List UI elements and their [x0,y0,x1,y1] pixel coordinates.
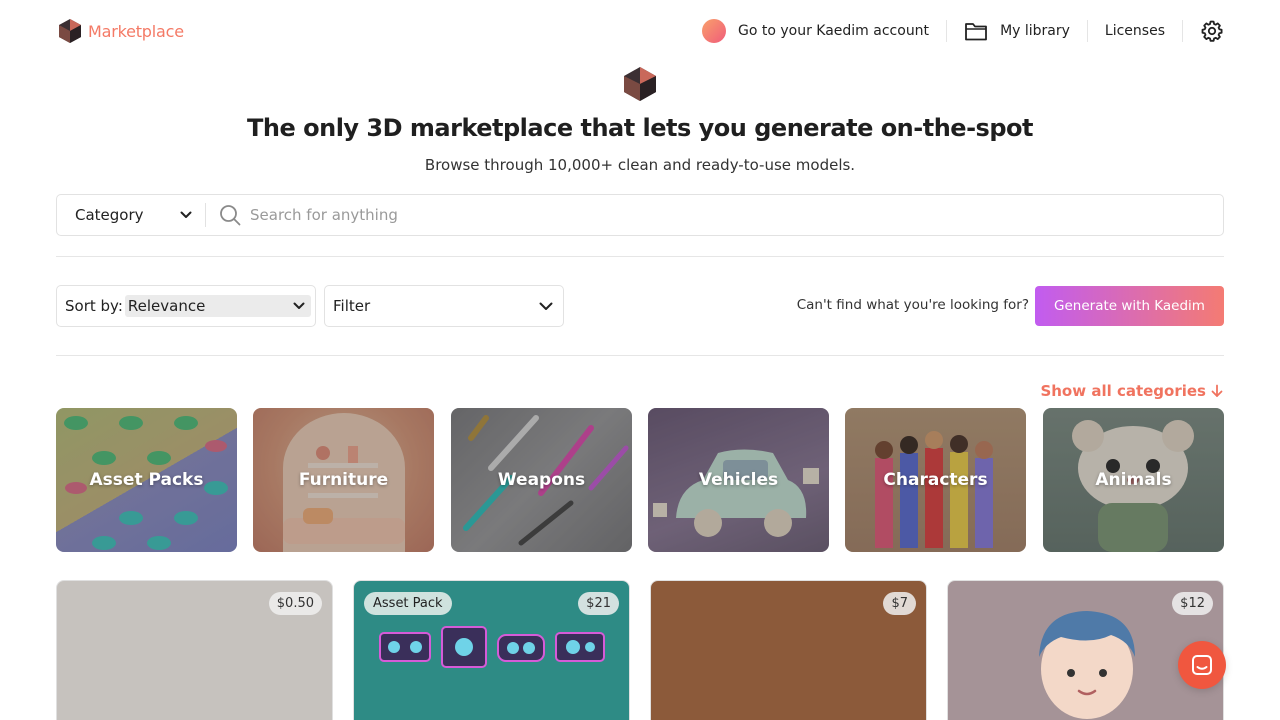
search-divider [205,203,206,227]
marketplace-logo[interactable]: Marketplace [58,18,184,44]
filter-label: Filter [333,297,371,315]
kaedim-logo-icon [59,19,81,43]
licenses-link[interactable]: Licenses [1088,17,1182,45]
price-badge: $7 [883,592,916,615]
avatar [701,19,726,43]
category-tile-label: Animals [1095,470,1172,490]
divider [56,256,1224,257]
search-bar: Category [56,194,1224,236]
search-icon [220,205,241,226]
product-card[interactable]: $7 [650,580,927,720]
product-thumbnail [1039,611,1135,719]
gear-icon [1201,20,1223,42]
price-badge: $0.50 [268,592,322,615]
product-card[interactable]: Asset Pack $21 [353,580,630,720]
product-thumbnail [379,626,605,668]
category-dropdown-label: Category [75,206,144,224]
kaedim-account-link[interactable]: Go to your Kaedim account [685,17,946,45]
kaedim-hero-icon [624,67,656,101]
library-link-label: My library [1000,23,1070,39]
price-badge: $12 [1172,592,1213,615]
folder-icon [965,23,987,41]
category-tile-weapons[interactable]: Weapons [451,408,632,552]
category-tile-label: Characters [883,470,988,490]
category-tile-label: Weapons [497,470,586,490]
licenses-link-label: Licenses [1104,23,1165,39]
sort-select[interactable]: Relevance [124,295,311,317]
chevron-down-icon [180,211,192,218]
search-input[interactable] [250,206,1150,224]
arrow-down-icon [1211,384,1223,397]
filter-dropdown[interactable]: Filter [324,285,564,327]
category-tile-animals[interactable]: Animals [1043,408,1224,552]
category-tile-label: Vehicles [698,470,779,490]
logo-text: Marketplace [88,21,184,41]
category-tile-furniture[interactable]: Furniture [253,408,434,552]
show-all-categories-link[interactable]: Show all categories [1040,382,1224,400]
header-nav: Go to your Kaedim account My library Lic… [685,17,1224,45]
category-tile-vehicles[interactable]: Vehicles [648,408,829,552]
marketplace-page: Marketplace Go to your Kaedim account My… [0,0,1280,720]
category-tile-characters[interactable]: Characters [845,408,1026,552]
category-tile-label: Asset Packs [89,470,204,490]
category-tile-label: Furniture [298,470,389,490]
category-dropdown[interactable]: Category [57,195,205,235]
chevron-down-icon [539,302,553,310]
page-title: The only 3D marketplace that lets you ge… [247,114,1033,142]
my-library-link[interactable]: My library [947,17,1087,45]
chevron-down-icon [293,302,305,309]
asset-pack-badge: Asset Pack [364,592,452,615]
cant-find-text: Can't find what you're looking for? [796,297,1029,313]
account-link-label: Go to your Kaedim account [737,23,930,39]
chat-icon [1192,655,1212,675]
category-tile-asset-packs[interactable]: Asset Packs [56,408,237,552]
page-subtitle: Browse through 10,000+ clean and ready-t… [424,156,856,174]
top-header: Marketplace Go to your Kaedim account My… [0,0,1280,62]
product-card[interactable]: $0.50 [56,580,333,720]
sort-value: Relevance [127,297,206,315]
price-badge: $21 [578,592,619,615]
divider [56,355,1224,356]
show-all-categories-label: Show all categories [1040,382,1206,400]
chat-launcher-button[interactable] [1178,641,1226,689]
sort-label: Sort by: [65,297,123,315]
sort-control: Sort by: Relevance [56,285,316,327]
generate-with-kaedim-button[interactable]: Generate with Kaedim [1035,286,1224,326]
settings-button[interactable] [1183,17,1224,45]
